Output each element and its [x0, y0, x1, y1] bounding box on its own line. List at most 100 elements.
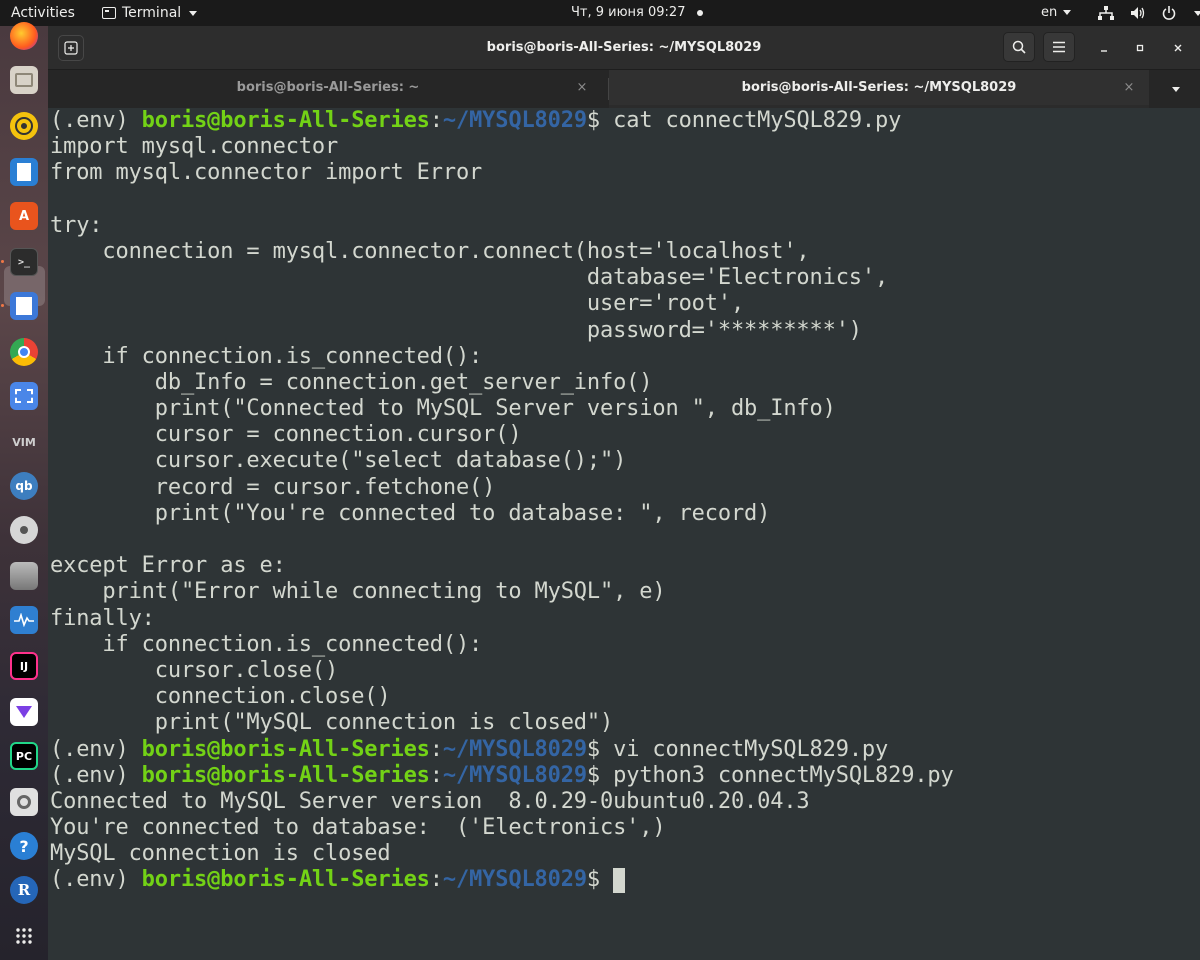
output-line: if connection.is_connected(): — [50, 344, 954, 370]
terminal-content[interactable]: (.env) boris@boris-All-Series:~/MYSQL802… — [48, 108, 1200, 960]
language-indicator[interactable]: en — [1041, 0, 1072, 26]
output-text: Connected to MySQL Server version 8.0.29… — [50, 788, 810, 814]
output-line: db_Info = connection.get_server_info() — [50, 370, 954, 396]
output-line: finally: — [50, 606, 954, 632]
text-cursor — [613, 867, 626, 893]
output-text: db_Info = connection.get_server_info() — [50, 369, 653, 395]
output-text: You're connected to database: ('Electron… — [50, 815, 666, 841]
output-text: MySQL connection is closed — [50, 841, 391, 867]
pycharm-icon[interactable]: PC — [10, 742, 38, 770]
intellij-icon[interactable]: IJ — [10, 652, 38, 680]
output-text: import mysql.connector — [50, 134, 339, 160]
system-monitor-icon[interactable] — [10, 606, 38, 634]
tab-mysql8029[interactable]: boris@boris-All-Series: ~/MYSQL8029 × — [609, 70, 1149, 108]
output-text: print("MySQL connection is closed") — [50, 710, 614, 736]
app-menu[interactable]: Terminal — [102, 0, 198, 26]
rhythmbox-icon[interactable] — [10, 112, 38, 140]
output-line: import mysql.connector — [50, 134, 954, 160]
close-window-button[interactable] — [1168, 38, 1188, 58]
output-line: cursor = connection.cursor() — [50, 422, 954, 448]
output-text: database='Electronics', — [50, 265, 889, 291]
output-line: print("You're connected to database: ", … — [50, 501, 954, 527]
prompt-symbol: $ — [586, 736, 614, 762]
disc-icon[interactable] — [10, 516, 38, 544]
text-editor-icon[interactable] — [10, 292, 38, 320]
output-text: cursor.execute("select database();") — [50, 448, 627, 474]
tab-home[interactable]: boris@boris-All-Series: ~ × — [48, 70, 608, 108]
system-tray[interactable] — [1098, 0, 1200, 26]
tab-bar: boris@boris-All-Series: ~ × boris@boris-… — [48, 70, 1200, 108]
output-text: except Error as e: — [50, 553, 286, 579]
terminal-icon[interactable]: >_ — [10, 248, 38, 276]
prompt-path: ~/MYSQL8029 — [442, 762, 587, 788]
prompt-line: (.env) boris@boris-All-Series:~/MYSQL802… — [50, 763, 954, 789]
search-button[interactable] — [1003, 32, 1035, 62]
hamburger-menu-button[interactable] — [1043, 32, 1075, 62]
chevron-down-icon — [1194, 10, 1200, 16]
output-text: print("Connected to MySQL Server version… — [50, 396, 836, 422]
output-line: cursor.execute("select database();") — [50, 448, 954, 474]
qbittorrent-icon[interactable]: qb — [10, 472, 38, 500]
prompt-symbol: $ — [586, 762, 614, 788]
database-icon[interactable] — [10, 562, 38, 590]
tab-close-icon[interactable]: × — [572, 70, 592, 106]
power-icon — [1162, 6, 1176, 20]
restore-icon — [1136, 44, 1144, 52]
prompt-env: (.env) — [50, 762, 142, 788]
minimize-icon — [1101, 50, 1107, 52]
prompt-env: (.env) — [50, 867, 142, 893]
help-icon[interactable]: ? — [10, 832, 38, 860]
command-text: cat connectMySQL829.py — [613, 108, 902, 133]
prompt-colon: : — [429, 762, 443, 788]
vpn-icon[interactable] — [10, 698, 38, 726]
output-line: Connected to MySQL Server version 8.0.29… — [50, 789, 954, 815]
output-line: password='*********') — [50, 318, 954, 344]
clock-label: Чт, 9 июня 09:27 — [571, 5, 686, 20]
output-text: print("Error while connecting to MySQL",… — [50, 579, 666, 605]
running-indicator — [1, 304, 4, 307]
firefox-icon[interactable] — [10, 22, 38, 50]
files-icon[interactable] — [10, 66, 38, 94]
screenshot-icon[interactable] — [10, 382, 38, 410]
output-text: connection = mysql.connector.connect(hos… — [50, 238, 810, 264]
maximize-button[interactable] — [1130, 38, 1150, 58]
command-text: python3 connectMySQL829.py — [613, 762, 954, 788]
running-indicator — [1, 260, 4, 263]
libreoffice-writer-icon[interactable] — [10, 158, 38, 186]
terminal-window: boris@boris-All-Series: ~/MYSQL8029 bori… — [48, 26, 1200, 960]
close-icon — [1174, 44, 1182, 52]
r-icon[interactable]: R — [10, 876, 38, 904]
output-line: cursor.close() — [50, 658, 954, 684]
output-line: connection = mysql.connector.connect(hos… — [50, 239, 954, 265]
prompt-symbol: $ — [586, 867, 614, 893]
prompt-env: (.env) — [50, 108, 142, 133]
output-text: print("You're connected to database: ", … — [50, 500, 771, 526]
terminal-output: (.env) boris@boris-All-Series:~/MYSQL802… — [50, 108, 954, 894]
prompt-line: (.env) boris@boris-All-Series:~/MYSQL802… — [50, 108, 954, 134]
tab-close-icon[interactable]: × — [1119, 70, 1139, 106]
software-center-icon[interactable]: A — [10, 202, 38, 230]
tab-label: boris@boris-All-Series: ~ — [236, 80, 420, 95]
vim-icon[interactable]: VIM — [10, 428, 38, 456]
language-label: en — [1041, 5, 1058, 20]
prompt-user-host: boris@boris-All-Series — [141, 762, 430, 788]
output-line: You're connected to database: ('Electron… — [50, 815, 954, 841]
output-text: password='*********') — [50, 317, 862, 343]
chrome-icon[interactable] — [10, 338, 38, 366]
output-line: connection.close() — [50, 684, 954, 710]
output-text: user='root', — [50, 291, 745, 317]
prompt-path: ~/MYSQL8029 — [442, 867, 587, 893]
settings-icon[interactable] — [10, 788, 38, 816]
output-line: record = cursor.fetchone() — [50, 475, 954, 501]
minimize-button[interactable] — [1094, 38, 1114, 58]
prompt-env: (.env) — [50, 736, 142, 762]
tabs-menu-button[interactable] — [1150, 70, 1200, 108]
show-apps-icon[interactable] — [10, 922, 38, 950]
output-line: try: — [50, 213, 954, 239]
volume-icon — [1131, 7, 1145, 19]
prompt-path: ~/MYSQL8029 — [442, 736, 587, 762]
clock[interactable]: Чт, 9 июня 09:27 — [571, 0, 704, 26]
output-text: if connection.is_connected(): — [50, 631, 483, 657]
prompt-symbol: $ — [586, 108, 614, 133]
